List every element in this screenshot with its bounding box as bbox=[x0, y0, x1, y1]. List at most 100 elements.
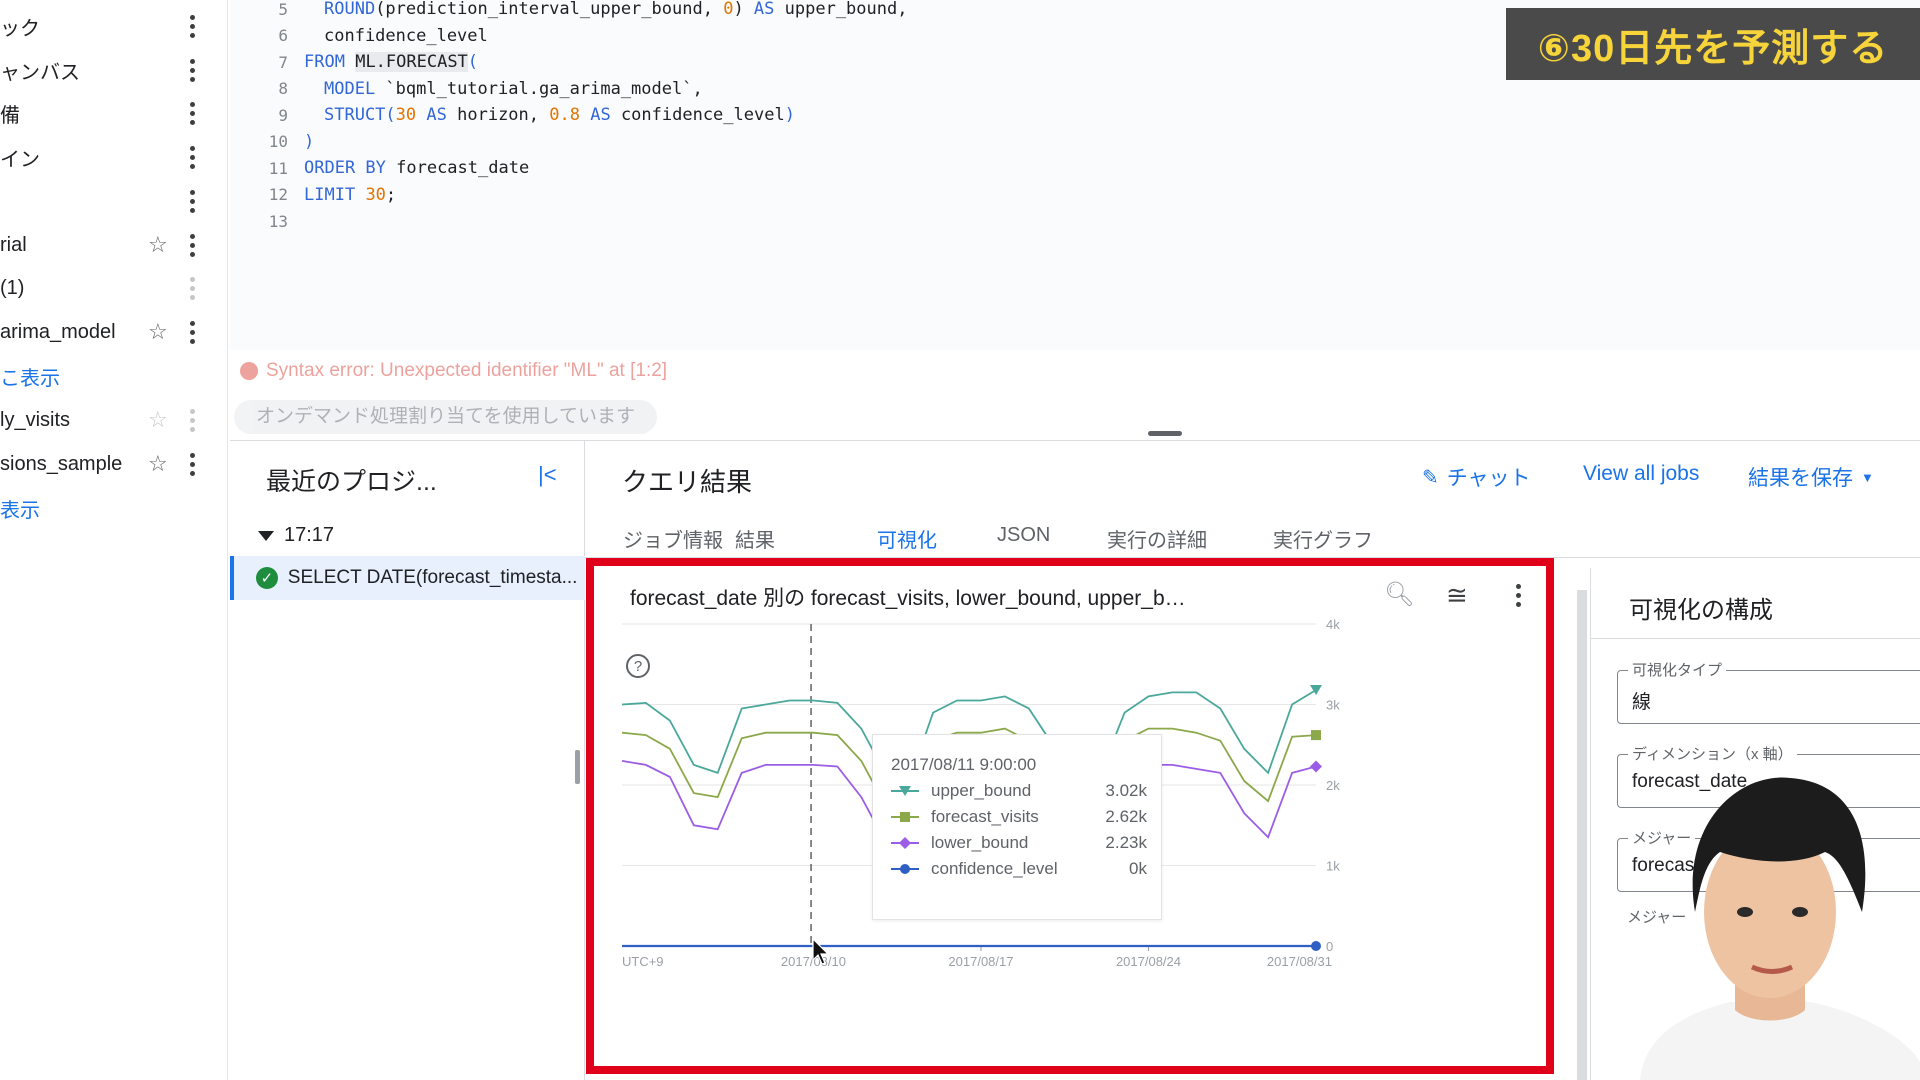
line-number: 5 bbox=[278, 0, 288, 19]
code-text: confidence_level bbox=[324, 26, 488, 46]
mouse-cursor-icon bbox=[812, 938, 830, 965]
explorer-item[interactable]: ック bbox=[0, 6, 228, 46]
code-token: horizon, bbox=[446, 105, 550, 125]
explorer-item[interactable] bbox=[0, 181, 228, 221]
explorer-item[interactable]: ャンバス bbox=[0, 50, 228, 90]
success-check-icon: ✓ bbox=[256, 567, 278, 589]
tooltip-row: confidence_level 0k bbox=[891, 857, 1147, 881]
explorer-item-label: ly_visits bbox=[0, 408, 71, 431]
code-token: upper_bound, bbox=[774, 0, 908, 19]
tab-0[interactable]: ジョブ情報 bbox=[623, 524, 723, 553]
resize-handle[interactable] bbox=[1148, 431, 1182, 436]
tooltip-row: upper_bound 3.02k bbox=[891, 779, 1147, 803]
save-results-label: 結果を保存 bbox=[1748, 467, 1853, 490]
code-token: ; bbox=[385, 184, 397, 205]
dropdown-arrow-icon: ▼ bbox=[1861, 469, 1874, 485]
explorer-item[interactable]: sions_sample ☆ bbox=[0, 444, 228, 484]
view-all-jobs-button[interactable]: View all jobs bbox=[1583, 462, 1699, 486]
tab-3[interactable]: JSON bbox=[997, 524, 1050, 547]
more-menu-icon[interactable] bbox=[188, 14, 196, 38]
chat-button[interactable]: ✎ チャット bbox=[1422, 462, 1531, 492]
panel-splitter[interactable] bbox=[575, 750, 580, 784]
line-number: 6 bbox=[278, 26, 288, 45]
star-icon[interactable]: ☆ bbox=[148, 232, 168, 258]
line-number: 10 bbox=[268, 132, 288, 151]
code-line[interactable]: 8 MODEL `bqml_tutorial.ga_arima_model`, bbox=[230, 76, 703, 102]
more-menu-icon[interactable] bbox=[188, 408, 196, 432]
code-line[interactable]: 6 confidence_level bbox=[230, 23, 488, 49]
code-token: confidence_level bbox=[610, 105, 785, 125]
field-label: ディメンション（x 軸） bbox=[1628, 743, 1797, 764]
code-token: ROUND bbox=[324, 0, 376, 19]
more-menu-icon[interactable] bbox=[188, 452, 196, 476]
more-menu-icon[interactable] bbox=[188, 145, 196, 169]
explorer-item[interactable]: (1) bbox=[0, 268, 228, 308]
explorer-item[interactable]: イン bbox=[0, 137, 228, 177]
explorer-item-label: こ表示 bbox=[0, 367, 60, 390]
line-number: 9 bbox=[278, 105, 288, 125]
x-tick-label: UTC+9 bbox=[622, 954, 664, 969]
code-line[interactable]: 9 STRUCT(30 AS horizon, 0.8 AS confidence… bbox=[230, 102, 795, 128]
field-value: 線 bbox=[1632, 692, 1652, 713]
more-menu-icon[interactable] bbox=[188, 58, 196, 82]
line-number: 8 bbox=[278, 79, 288, 98]
explorer-item[interactable]: 表示 bbox=[0, 488, 228, 528]
y-tick-label: 2k bbox=[1326, 778, 1340, 793]
more-menu-icon[interactable] bbox=[188, 101, 196, 125]
code-token: STRUCT bbox=[324, 105, 386, 125]
line-number: 7 bbox=[278, 52, 288, 72]
tab-1[interactable]: 結果 bbox=[735, 524, 775, 553]
field-label: 可視化タイプ bbox=[1628, 659, 1727, 680]
visualization-type-select[interactable]: 可視化タイプ 線 bbox=[1617, 659, 1920, 724]
save-results-button[interactable]: 結果を保存 ▼ bbox=[1748, 462, 1874, 492]
divider bbox=[1591, 638, 1920, 639]
code-token: ML.FORECAST bbox=[355, 52, 468, 72]
more-menu-icon[interactable] bbox=[188, 276, 196, 300]
recent-job-item[interactable]: ✓ SELECT DATE(forecast_timesta... bbox=[230, 556, 585, 600]
explorer-item[interactable]: rial ☆ bbox=[0, 225, 228, 265]
star-icon[interactable]: ☆ bbox=[148, 451, 168, 477]
code-token: MODEL bbox=[324, 78, 376, 99]
code-text: ) bbox=[304, 132, 314, 152]
explorer-item-label: ック bbox=[0, 17, 40, 40]
star-icon[interactable]: ☆ bbox=[148, 319, 168, 345]
code-token: ORDER BY bbox=[304, 158, 386, 178]
code-line[interactable]: 11 ORDER BY forecast_date bbox=[230, 155, 529, 181]
code-line[interactable]: 5 ROUND(prediction_interval_upper_bound, … bbox=[230, 0, 907, 22]
explorer-item[interactable]: こ表示 bbox=[0, 356, 228, 396]
explorer-item[interactable]: arima_model ☆ bbox=[0, 312, 228, 352]
line-number: 13 bbox=[268, 211, 288, 231]
chart-scrollbar[interactable] bbox=[1577, 590, 1587, 1080]
tooltip-series-value: 2.23k bbox=[1105, 833, 1147, 852]
recent-time-group[interactable]: 17:17 bbox=[258, 524, 334, 547]
chart-tooltip: 2017/08/11 9:00:00 upper_bound 3.02k forec… bbox=[872, 734, 1162, 920]
more-menu-icon[interactable] bbox=[188, 189, 196, 213]
tooltip-series-value: 3.02k bbox=[1105, 781, 1147, 800]
chart-panel: forecast_date 別の forecast_visits, lower_… bbox=[586, 558, 1554, 1074]
triangle-marker-icon bbox=[891, 781, 921, 801]
code-line[interactable]: 7 FROM ML.FORECAST( bbox=[230, 49, 478, 75]
error-icon bbox=[240, 362, 258, 380]
code-token: confidence_level bbox=[324, 25, 488, 46]
tab-4[interactable]: 実行の詳細 bbox=[1107, 524, 1207, 553]
recent-projects-title: 最近のプロジ... bbox=[266, 468, 437, 496]
recent-time-label: 17:17 bbox=[284, 524, 335, 546]
code-line[interactable]: 10) bbox=[230, 129, 315, 155]
more-menu-icon[interactable] bbox=[188, 320, 196, 344]
star-icon[interactable]: ☆ bbox=[148, 407, 168, 433]
tab-5[interactable]: 実行グラフ bbox=[1273, 524, 1373, 553]
square-marker-icon bbox=[891, 807, 921, 827]
code-line[interactable]: 13 bbox=[230, 208, 304, 234]
code-line[interactable]: 12 LIMIT 30; bbox=[230, 182, 396, 208]
tab-2[interactable]: 可視化 bbox=[877, 524, 937, 553]
explorer-item[interactable]: ly_visits ☆ bbox=[0, 400, 228, 440]
more-menu-icon[interactable] bbox=[188, 233, 196, 257]
collapse-panel-button[interactable]: |< bbox=[538, 462, 557, 488]
code-token: ) bbox=[733, 0, 754, 19]
explorer-item[interactable]: 備 bbox=[0, 93, 228, 133]
y-tick-label: 4k bbox=[1326, 617, 1340, 632]
code-token: `bqml_tutorial.ga_arima_model`, bbox=[375, 78, 703, 99]
